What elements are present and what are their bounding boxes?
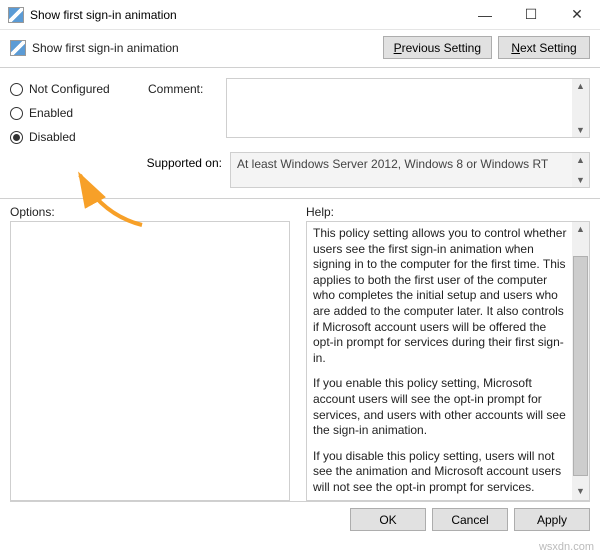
radio-not-configured[interactable]: Not Configured bbox=[10, 82, 140, 96]
config-grid: Not Configured Enabled Disabled Comment:… bbox=[0, 74, 600, 144]
options-label: Options: bbox=[10, 205, 290, 219]
cancel-button[interactable]: Cancel bbox=[432, 508, 508, 531]
supported-text: At least Windows Server 2012, Windows 8 … bbox=[230, 152, 590, 188]
previous-setting-button[interactable]: Previous Setting bbox=[383, 36, 492, 59]
radio-icon bbox=[10, 83, 23, 96]
watermark: wsxdn.com bbox=[539, 541, 594, 553]
divider bbox=[0, 67, 600, 68]
divider bbox=[0, 198, 600, 199]
help-paragraph: If you disable this policy setting, user… bbox=[313, 449, 567, 496]
radio-icon bbox=[10, 131, 23, 144]
help-panel[interactable]: This policy setting allows you to contro… bbox=[306, 221, 590, 501]
scroll-down-icon: ▼ bbox=[576, 484, 585, 500]
ok-button[interactable]: OK bbox=[350, 508, 426, 531]
radio-group: Not Configured Enabled Disabled bbox=[10, 78, 140, 144]
maximize-button[interactable]: ☐ bbox=[508, 0, 554, 29]
radio-label: Not Configured bbox=[29, 82, 110, 96]
comment-label: Comment: bbox=[148, 78, 218, 144]
comment-textarea[interactable]: ▲ ▼ bbox=[226, 78, 590, 138]
scroll-down-icon: ▼ bbox=[576, 123, 585, 137]
apply-button[interactable]: Apply bbox=[514, 508, 590, 531]
bottom-grid: Options: Help: This policy setting allow… bbox=[0, 205, 600, 501]
app-icon bbox=[8, 7, 24, 23]
radio-icon bbox=[10, 107, 23, 120]
radio-disabled[interactable]: Disabled bbox=[10, 130, 140, 144]
help-paragraph: If you enable this policy setting, Micro… bbox=[313, 376, 567, 438]
next-setting-button[interactable]: Next Setting bbox=[498, 36, 590, 59]
scroll-up-icon: ▲ bbox=[576, 153, 585, 167]
close-button[interactable]: ✕ bbox=[554, 0, 600, 29]
scrollbar[interactable]: ▲ ▼ bbox=[572, 222, 589, 500]
radio-label: Disabled bbox=[29, 130, 76, 144]
titlebar: Show first sign-in animation — ☐ ✕ bbox=[0, 0, 600, 30]
scroll-up-icon: ▲ bbox=[576, 222, 585, 238]
window-title: Show first sign-in animation bbox=[30, 8, 462, 22]
supported-label: Supported on: bbox=[140, 152, 230, 170]
scroll-up-icon: ▲ bbox=[576, 79, 585, 93]
radio-enabled[interactable]: Enabled bbox=[10, 106, 140, 120]
minimize-button[interactable]: — bbox=[462, 0, 508, 29]
policy-icon bbox=[10, 40, 26, 56]
help-label: Help: bbox=[306, 205, 590, 219]
window-controls: — ☐ ✕ bbox=[462, 0, 600, 29]
scroll-thumb[interactable] bbox=[573, 256, 588, 476]
options-panel bbox=[10, 221, 290, 501]
supported-row: Supported on: At least Windows Server 20… bbox=[0, 144, 600, 194]
header-row: Show first sign-in animation Previous Se… bbox=[0, 30, 600, 63]
policy-title: Show first sign-in animation bbox=[32, 41, 179, 55]
scrollbar[interactable]: ▲ ▼ bbox=[572, 153, 589, 187]
help-paragraph: This policy setting allows you to contro… bbox=[313, 226, 567, 366]
radio-label: Enabled bbox=[29, 106, 73, 120]
scroll-down-icon: ▼ bbox=[576, 173, 585, 187]
scrollbar[interactable]: ▲ ▼ bbox=[572, 79, 589, 137]
footer-buttons: OK Cancel Apply bbox=[10, 501, 590, 537]
